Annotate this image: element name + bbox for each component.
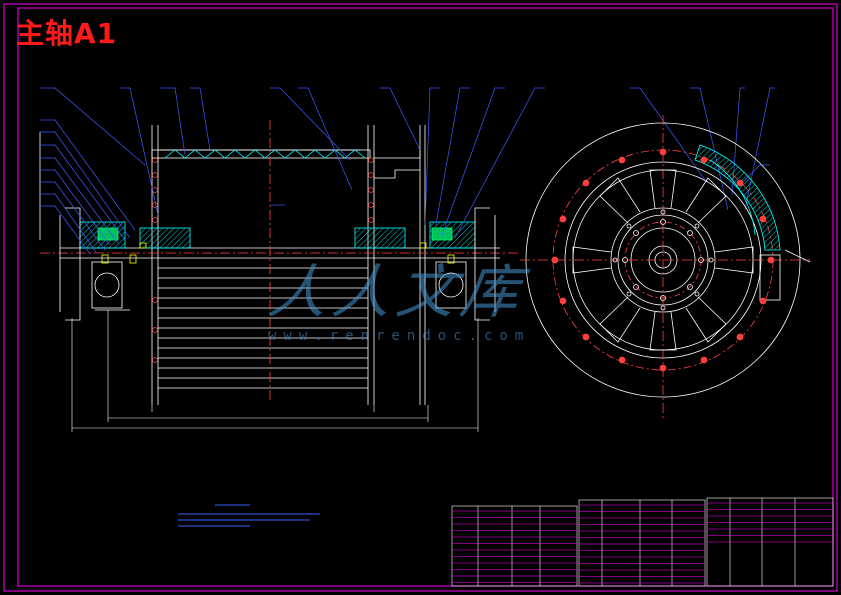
watermark-url: www.renrendoc.com (268, 328, 531, 344)
parts-list-rows (452, 502, 833, 584)
drawing-title: 主轴A1 (16, 17, 118, 50)
technical-notes (178, 504, 320, 527)
end-view (520, 115, 811, 420)
watermark-text: 人人文库 (264, 258, 531, 326)
